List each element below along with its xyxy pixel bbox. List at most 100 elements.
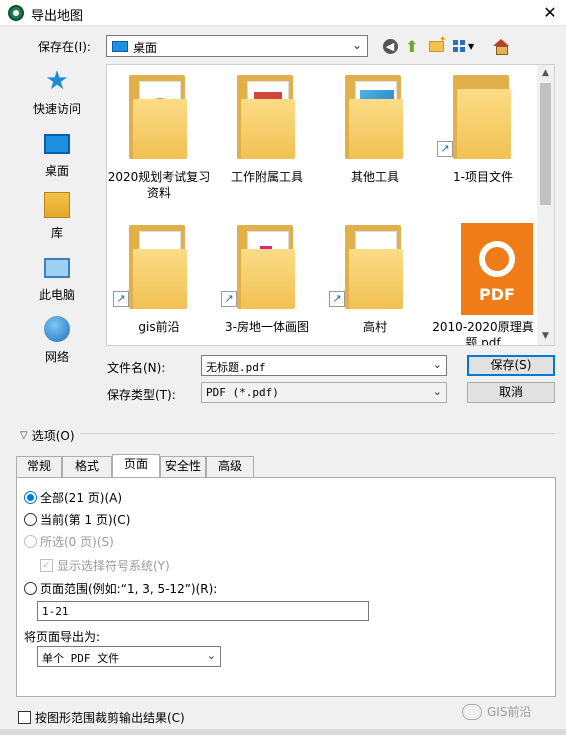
up-arrow-icon: ⬆ [405,36,419,56]
new-folder-button[interactable] [426,35,447,56]
place-this-pc[interactable]: 此电脑 [15,250,99,308]
place-network[interactable]: 网络 [15,312,99,370]
save-in-dropdown[interactable]: 桌面 ⌄ [106,35,368,57]
folder-icon [129,75,189,159]
view-menu-button[interactable]: ▼ [450,36,478,56]
chevron-down-icon: ⌄ [351,38,362,52]
chevron-down-icon: ⌄ [206,649,216,662]
file-label: 工作附属工具 [230,170,303,184]
radio-label: 当前(第 1 页)(C) [40,513,131,527]
place-label: 桌面 [44,164,69,178]
file-type-dropdown[interactable]: PDF (*.pdf) ⌄ [201,382,447,403]
radio-selected-pages: 所选(0 页)(S) [24,533,114,550]
vertical-scrollbar[interactable]: ▲ ▼ [537,65,554,345]
save-button[interactable]: 保存(S) [467,355,555,376]
view-grid-icon [453,40,466,52]
shortcut-arrow-icon: ↗ [113,291,129,307]
close-button[interactable]: ✕ [540,3,560,23]
file-item[interactable]: 其他工具 [323,65,427,205]
options-label: 选项(O) [31,429,75,443]
file-name-input[interactable]: 无标题.pdf ⌄ [201,355,447,376]
file-type-value: PDF (*.pdf) [206,386,279,399]
checkbox-icon[interactable] [18,711,31,724]
place-desktop[interactable]: 桌面 [15,126,99,184]
place-quick-access[interactable]: ★ 快速访问 [15,64,99,122]
star-icon: ★ [45,66,69,96]
chevron-down-icon: ▽ [20,430,28,441]
place-label: 网络 [44,350,69,364]
export-as-value: 单个 PDF 文件 [42,652,120,665]
clip-to-graphics-checkbox[interactable]: 按图形范围裁剪输出结果(C) [18,709,185,726]
file-item[interactable]: ↗ 3-房地一体画图 [215,215,319,345]
file-name-label: 文件名(N): [107,361,166,375]
export-as-dropdown[interactable]: 单个 PDF 文件 ⌄ [37,646,221,667]
file-item[interactable]: X ↗ 高村 [323,215,427,345]
up-folder-button[interactable]: ⬆ [402,36,422,56]
app-icon [8,5,24,21]
place-library[interactable]: 库 [15,188,99,246]
window-bottom-edge [0,729,566,735]
radio-all-pages[interactable]: 全部(21 页)(A) [24,489,122,506]
file-item[interactable]: 工作附属工具 [215,65,319,205]
back-arrow-icon: ◀ [382,38,398,54]
window-title: 导出地图 [31,9,84,24]
desktop-icon [44,134,70,154]
folder-icon [237,75,297,159]
file-label: 3-房地一体画图 [225,320,309,334]
wechat-icon [462,703,482,720]
pdf-icon-label: PDF [479,285,515,304]
back-button[interactable]: ◀ [380,36,400,56]
places-bar: ★ 快速访问 桌面 库 此电脑 网络 [15,64,99,364]
radio-label: 所选(0 页)(S) [40,535,114,549]
folder-icon [237,225,297,309]
radio-selected-icon[interactable] [24,491,37,504]
radio-page-range[interactable]: 页面范围(例如:“1, 3, 5-12”)(R): [24,580,217,597]
home-icon [492,39,509,55]
folder-icon [345,75,405,159]
file-label: 其他工具 [350,170,399,184]
divider [80,433,555,434]
options-toggle[interactable]: ▽ 选项(O) [20,427,75,444]
show-symbology-checkbox: ✓ 显示选择符号系统(Y) [40,557,170,574]
title-bar: 导出地图 ✕ [0,0,566,26]
tab-advanced[interactable]: 高级 [206,456,254,477]
watermark: GIS前沿 [462,703,531,720]
place-label: 快速访问 [32,102,81,116]
save-in-label: 保存在(I): [38,40,91,54]
pdf-file-icon: PDF [461,223,533,315]
radio-icon[interactable] [24,582,37,595]
scroll-down-icon[interactable]: ▼ [537,328,554,345]
computer-icon [44,258,70,278]
file-label: gis前沿 [138,320,180,334]
checkbox-label: 按图形范围裁剪输出结果(C) [35,711,185,725]
folder-icon [453,75,513,159]
file-item[interactable]: ↗ 1-项目文件 [431,65,535,205]
home-button[interactable] [490,36,510,56]
file-item[interactable]: 2020规划考试复习资料 [107,65,211,205]
tab-security[interactable]: 安全性 [160,456,206,477]
file-item[interactable]: PDF 2010-2020原理真题.pdf [431,215,535,346]
radio-label: 全部(21 页)(A) [40,491,123,505]
tab-format[interactable]: 格式 [62,456,112,477]
file-list[interactable]: 2020规划考试复习资料 工作附属工具 其他工具 ↗ 1-项目文件 W ↗ [106,64,555,346]
file-label: 2010-2020原理真题.pdf [432,320,534,346]
place-label: 此电脑 [38,288,75,302]
shortcut-arrow-icon: ↗ [437,141,453,157]
tab-general[interactable]: 常规 [16,456,62,477]
scroll-thumb[interactable] [540,83,551,205]
watermark-text: GIS前沿 [487,705,532,719]
file-item[interactable]: W ↗ gis前沿 [107,215,211,345]
scroll-up-icon[interactable]: ▲ [537,65,554,82]
shortcut-arrow-icon: ↗ [221,291,237,307]
radio-icon[interactable] [24,513,37,526]
file-name-value: 无标题.pdf [206,361,266,374]
cancel-button[interactable]: 取消 [467,382,555,403]
shortcut-arrow-icon: ↗ [329,291,345,307]
radio-current-page[interactable]: 当前(第 1 页)(C) [24,511,130,528]
dropdown-arrow-icon: ▼ [468,41,475,51]
chevron-down-icon[interactable]: ⌄ [433,358,442,371]
tab-pages[interactable]: 页面 [112,454,160,478]
page-range-value: 1-21 [42,605,69,618]
new-folder-icon [428,35,447,52]
page-range-input[interactable]: 1-21 [37,601,369,621]
